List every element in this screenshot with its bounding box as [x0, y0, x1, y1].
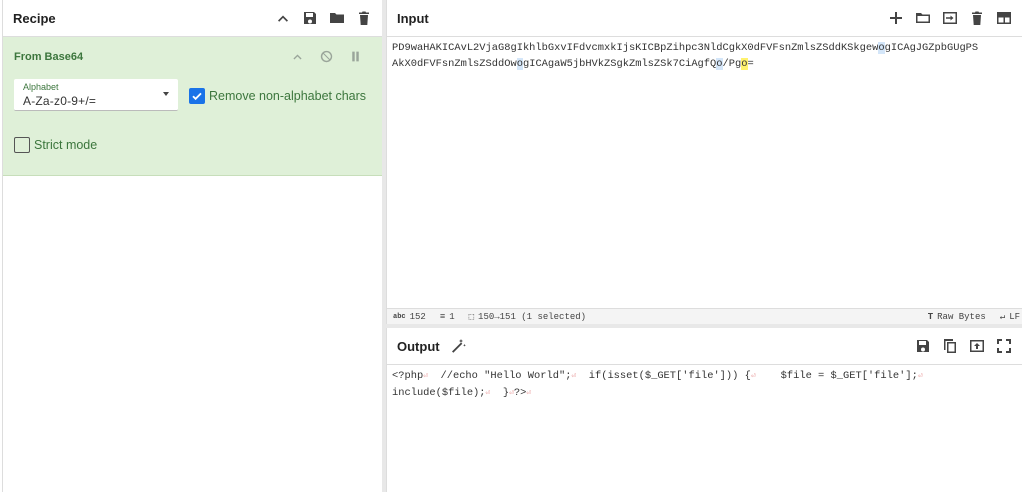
trash-icon[interactable]	[968, 10, 985, 27]
output-panel: Output <?php⏎ //echo "Hello World";⏎ if(…	[386, 328, 1022, 492]
newline-icon: ⏎	[917, 372, 923, 381]
recipe-header: Recipe	[3, 0, 382, 37]
length-stat: abc 152	[393, 312, 426, 322]
output-text-segment: $file = $_GET['file'];	[755, 370, 918, 382]
folder-icon[interactable]	[328, 10, 345, 27]
input-header: Input	[387, 0, 1022, 37]
text-encoding-icon: T	[927, 311, 934, 322]
output-header: Output	[387, 328, 1022, 365]
remove-non-alphabet-checkbox[interactable]	[189, 88, 205, 104]
input-text-segment: /Pg	[722, 58, 742, 70]
strict-mode-label: Strict mode	[34, 138, 98, 152]
alphabet-select[interactable]: Alphabet A-Za-z0-9+/=	[14, 79, 178, 111]
input-text-segment: AkX0dFVFsnZmlsZSddOw	[392, 58, 517, 70]
operation-from-base64: From Base64 Alphabet A-Za-z0-9+/= Remove…	[3, 37, 382, 176]
disable-icon[interactable]	[318, 48, 335, 65]
newline-icon: ⏎	[526, 389, 532, 398]
import-icon[interactable]	[941, 10, 958, 27]
layout-icon[interactable]	[995, 10, 1012, 27]
input-textarea[interactable]: PD9waHAKICAvL2VjaG8gIkhlbGxvIFdvcmxkIjsK…	[387, 37, 1022, 75]
length-icon: abc	[393, 312, 406, 321]
folder-icon[interactable]	[914, 10, 931, 27]
strict-mode-checkbox[interactable]	[14, 137, 30, 153]
lines-value: 1	[449, 311, 455, 322]
input-text-segment: =	[747, 58, 754, 70]
alphabet-value: A-Za-z0-9+/=	[23, 94, 97, 108]
copy-icon[interactable]	[941, 338, 958, 355]
remove-non-alphabet-option[interactable]: Remove non-alphabet chars	[189, 88, 366, 104]
output-text-segment: if(isset($_GET['file'])) {	[576, 370, 751, 382]
replace-input-icon[interactable]	[968, 338, 985, 355]
output-text-segment: include($file);	[392, 387, 486, 399]
pause-icon[interactable]	[347, 48, 364, 65]
length-value: 152	[409, 311, 426, 322]
remove-non-alphabet-label: Remove non-alphabet chars	[209, 89, 367, 103]
lines-icon: ≡	[439, 311, 446, 322]
input-status-bar: abc 152 ≡ 1 ⬚ 150→151 (1 selected) T Raw…	[387, 308, 1022, 324]
alphabet-label: Alphabet	[23, 82, 59, 92]
eol-value: LF	[1009, 311, 1020, 322]
magic-wand-icon[interactable]	[450, 338, 467, 355]
strict-mode-option[interactable]: Strict mode	[14, 137, 97, 153]
save-icon[interactable]	[301, 10, 318, 27]
output-title: Output	[397, 338, 440, 354]
output-text-segment: ?>	[513, 387, 527, 399]
output-text[interactable]: <?php ⏎ //echo "Hello World"; ⏎ if(isset($…	[387, 365, 1022, 405]
input-text-segment: gICAgJGZpbGUgPS	[884, 42, 979, 54]
fullscreen-icon[interactable]	[995, 338, 1012, 355]
eol-icon: ↵	[999, 311, 1006, 322]
encoding-value: Raw Bytes	[937, 311, 986, 322]
trash-icon[interactable]	[355, 10, 372, 27]
lines-stat: ≡ 1	[440, 312, 455, 322]
output-text-segment: //echo "Hello World";	[428, 370, 572, 382]
chevron-up-icon[interactable]	[274, 10, 291, 27]
selection-icon: ⬚	[468, 311, 475, 322]
recipe-title: Recipe	[13, 10, 56, 26]
input-text-segment: PD9waHAKICAvL2VjaG8gIkhlbGxvIFdvcmxkIjsK…	[392, 42, 879, 54]
selection-stat: ⬚ 150→151 (1 selected)	[469, 312, 586, 322]
output-text-segment: <?php	[392, 370, 424, 382]
input-title: Input	[397, 10, 429, 26]
selection-value: 150→151 (1 selected)	[478, 311, 587, 322]
output-text-segment: }	[490, 387, 510, 399]
input-panel: Input PD9waHAKICAvL2VjaG8gIkhlbGxvIFdvcm…	[386, 0, 1022, 326]
recipe-panel: Recipe From Base64 Alphabet A-Za-z0-9+/=…	[2, 0, 382, 492]
dropdown-caret-icon	[163, 92, 169, 96]
save-icon[interactable]	[914, 338, 931, 355]
input-text-segment: gICAgaW5jbHVkZSgkZmlsZSk7CiAgfQ	[522, 58, 717, 70]
cyberchef-app: Recipe From Base64 Alphabet A-Za-z0-9+/=…	[0, 0, 1022, 492]
plus-icon[interactable]	[887, 10, 904, 27]
operation-title: From Base64	[14, 51, 84, 63]
encoding-selector[interactable]: T Raw Bytes	[928, 312, 986, 322]
eol-selector[interactable]: ↵ LF	[1000, 312, 1020, 322]
chevron-up-icon[interactable]	[289, 48, 306, 65]
